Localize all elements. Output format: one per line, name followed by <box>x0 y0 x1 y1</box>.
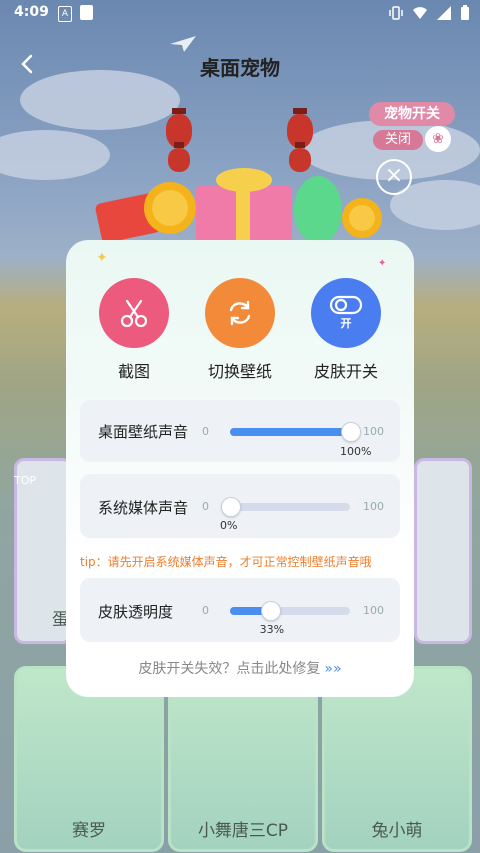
status-time: 4:09 <box>14 4 49 20</box>
media-sound-slider[interactable] <box>221 497 350 517</box>
wifi-icon <box>413 7 427 19</box>
battery-icon <box>461 5 469 20</box>
double-chevron-icon: »» <box>324 661 342 677</box>
paper-plane-icon <box>170 36 196 52</box>
slider-max: 100 <box>363 604 384 617</box>
screenshot-button[interactable]: 截图 <box>94 278 174 382</box>
media-sound-label: 系统媒体声音 <box>98 499 189 517</box>
slider-thumb[interactable] <box>221 497 241 517</box>
top-tag: TOP <box>14 474 37 487</box>
repair-text: 皮肤开关失效？点击此处修复 <box>138 661 321 677</box>
skin-card-label: 赛罗 <box>72 821 106 841</box>
paw-icon: ❀ <box>425 126 451 152</box>
gift-coins-illustration <box>95 168 382 248</box>
signal-icon <box>437 6 451 20</box>
repair-link[interactable]: 皮肤开关失效？点击此处修复»» <box>66 658 414 678</box>
media-sound-row: 系统媒体声音 0 100 0% <box>80 474 400 538</box>
vibrate-icon <box>389 6 403 20</box>
switch-wallpaper-circle <box>205 278 275 348</box>
pet-toggle-label: 宠物开关 <box>369 102 455 126</box>
slider-min: 0 <box>202 425 209 438</box>
slider-value: 33% <box>259 623 285 636</box>
slider-thumb[interactable] <box>341 422 361 442</box>
tip-text: tip：请先开启系统媒体声音，才可正常控制壁纸声音哦 <box>80 555 372 569</box>
slider-min: 0 <box>202 500 209 513</box>
pet-toggle-state: 关闭 <box>373 130 423 150</box>
skin-switch-button[interactable]: 开 皮肤开关 <box>306 278 386 382</box>
pet-toggle-button[interactable]: 宠物开关 关闭 ❀ <box>363 92 455 158</box>
wallpaper-sound-row: 桌面壁纸声音 0 100 100% <box>80 400 400 462</box>
notification-square-icon <box>80 5 93 20</box>
notification-icon: A <box>58 6 72 22</box>
skin-opacity-label: 皮肤透明度 <box>98 603 174 621</box>
slider-fill <box>230 428 350 436</box>
switch-wallpaper-label: 切换壁纸 <box>207 362 272 381</box>
screenshot-circle <box>99 278 169 348</box>
toggle-icon <box>329 295 363 315</box>
slider-max: 100 <box>363 425 384 438</box>
switch-wallpaper-button[interactable]: 切换壁纸 <box>200 278 280 382</box>
slider-value: 0% <box>220 519 238 532</box>
wallpaper-sound-slider[interactable] <box>230 422 361 442</box>
slider-value: 100% <box>340 445 372 458</box>
skin-switch-label: 皮肤开关 <box>313 362 378 381</box>
status-bar: 4:09 A <box>0 0 480 28</box>
control-popup: ✦ ✦ 截图 切换壁纸 开 皮肤开关 桌面壁纸声音 0 100 100% 系统媒… <box>66 240 414 697</box>
skin-opacity-row: 皮肤透明度 0 100 33% <box>80 578 400 642</box>
wallpaper-sound-label: 桌面壁纸声音 <box>98 423 189 441</box>
switch-icon <box>229 300 251 326</box>
skin-switch-badge: 开 <box>340 317 352 330</box>
skin-card-label: 兔小萌 <box>371 821 423 841</box>
skin-opacity-slider[interactable] <box>230 601 350 621</box>
slider-min: 0 <box>202 604 209 617</box>
page-title: 桌面宠物 <box>200 56 280 80</box>
sparkle-icon: ✦ <box>96 250 108 266</box>
skin-card-label: 小舞唐三CP <box>197 821 289 841</box>
sparkle-icon: ✦ <box>378 258 387 269</box>
slider-max: 100 <box>363 500 384 513</box>
skin-switch-circle: 开 <box>311 278 381 348</box>
slider-thumb[interactable] <box>260 601 281 621</box>
background-card-right[interactable] <box>414 458 472 644</box>
scissors-icon <box>120 299 148 328</box>
screenshot-label: 截图 <box>117 362 150 381</box>
